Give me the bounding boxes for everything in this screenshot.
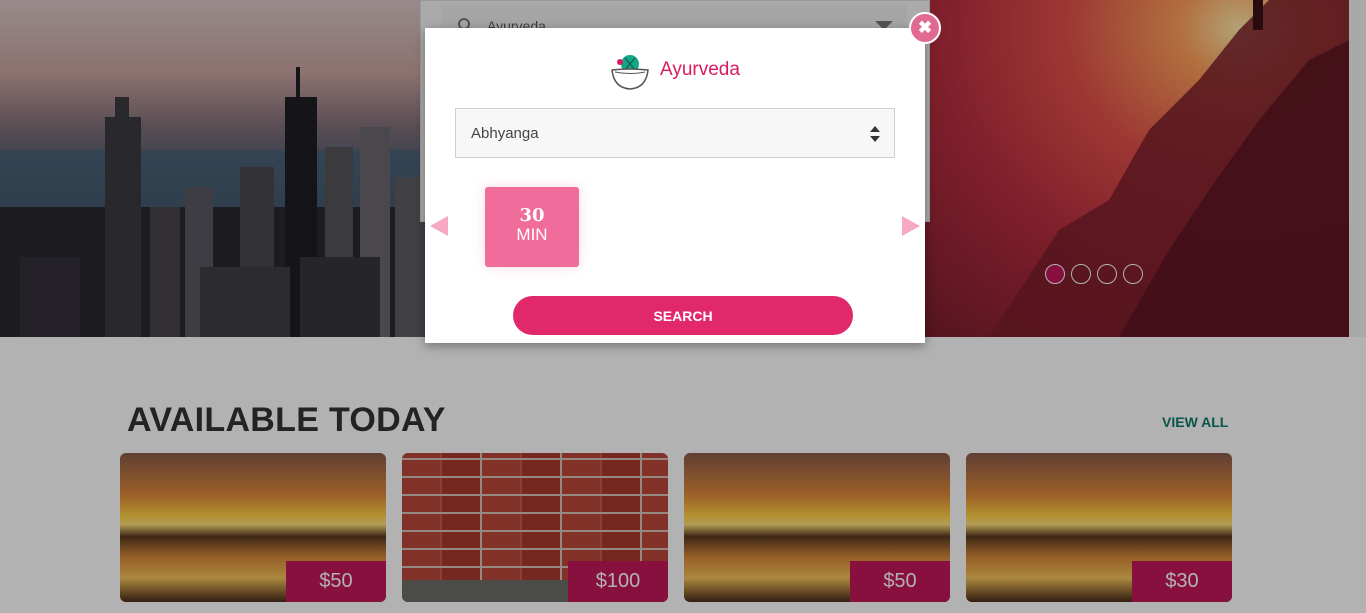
search-button[interactable]: SEARCH	[513, 296, 853, 335]
select-sort-icon	[870, 126, 880, 142]
treatment-select[interactable]: Abhyanga	[455, 108, 895, 158]
close-icon[interactable]: ✖	[909, 12, 941, 44]
treatment-select-value: Abhyanga	[471, 125, 539, 142]
modal-brand: Ayurveda	[608, 48, 740, 92]
duration-unit: MIN	[516, 225, 548, 244]
duration-option-30[interactable]: 30 MIN	[485, 187, 579, 267]
ayurveda-mortar-icon	[611, 55, 649, 90]
modal-title: Ayurveda	[660, 59, 740, 80]
duration-number: 30	[519, 205, 545, 226]
next-arrow-icon[interactable]	[902, 216, 920, 236]
prev-arrow-icon[interactable]	[430, 216, 448, 236]
treatment-modal: Ayurveda Abhyanga 30 MIN SEARCH	[425, 28, 925, 343]
